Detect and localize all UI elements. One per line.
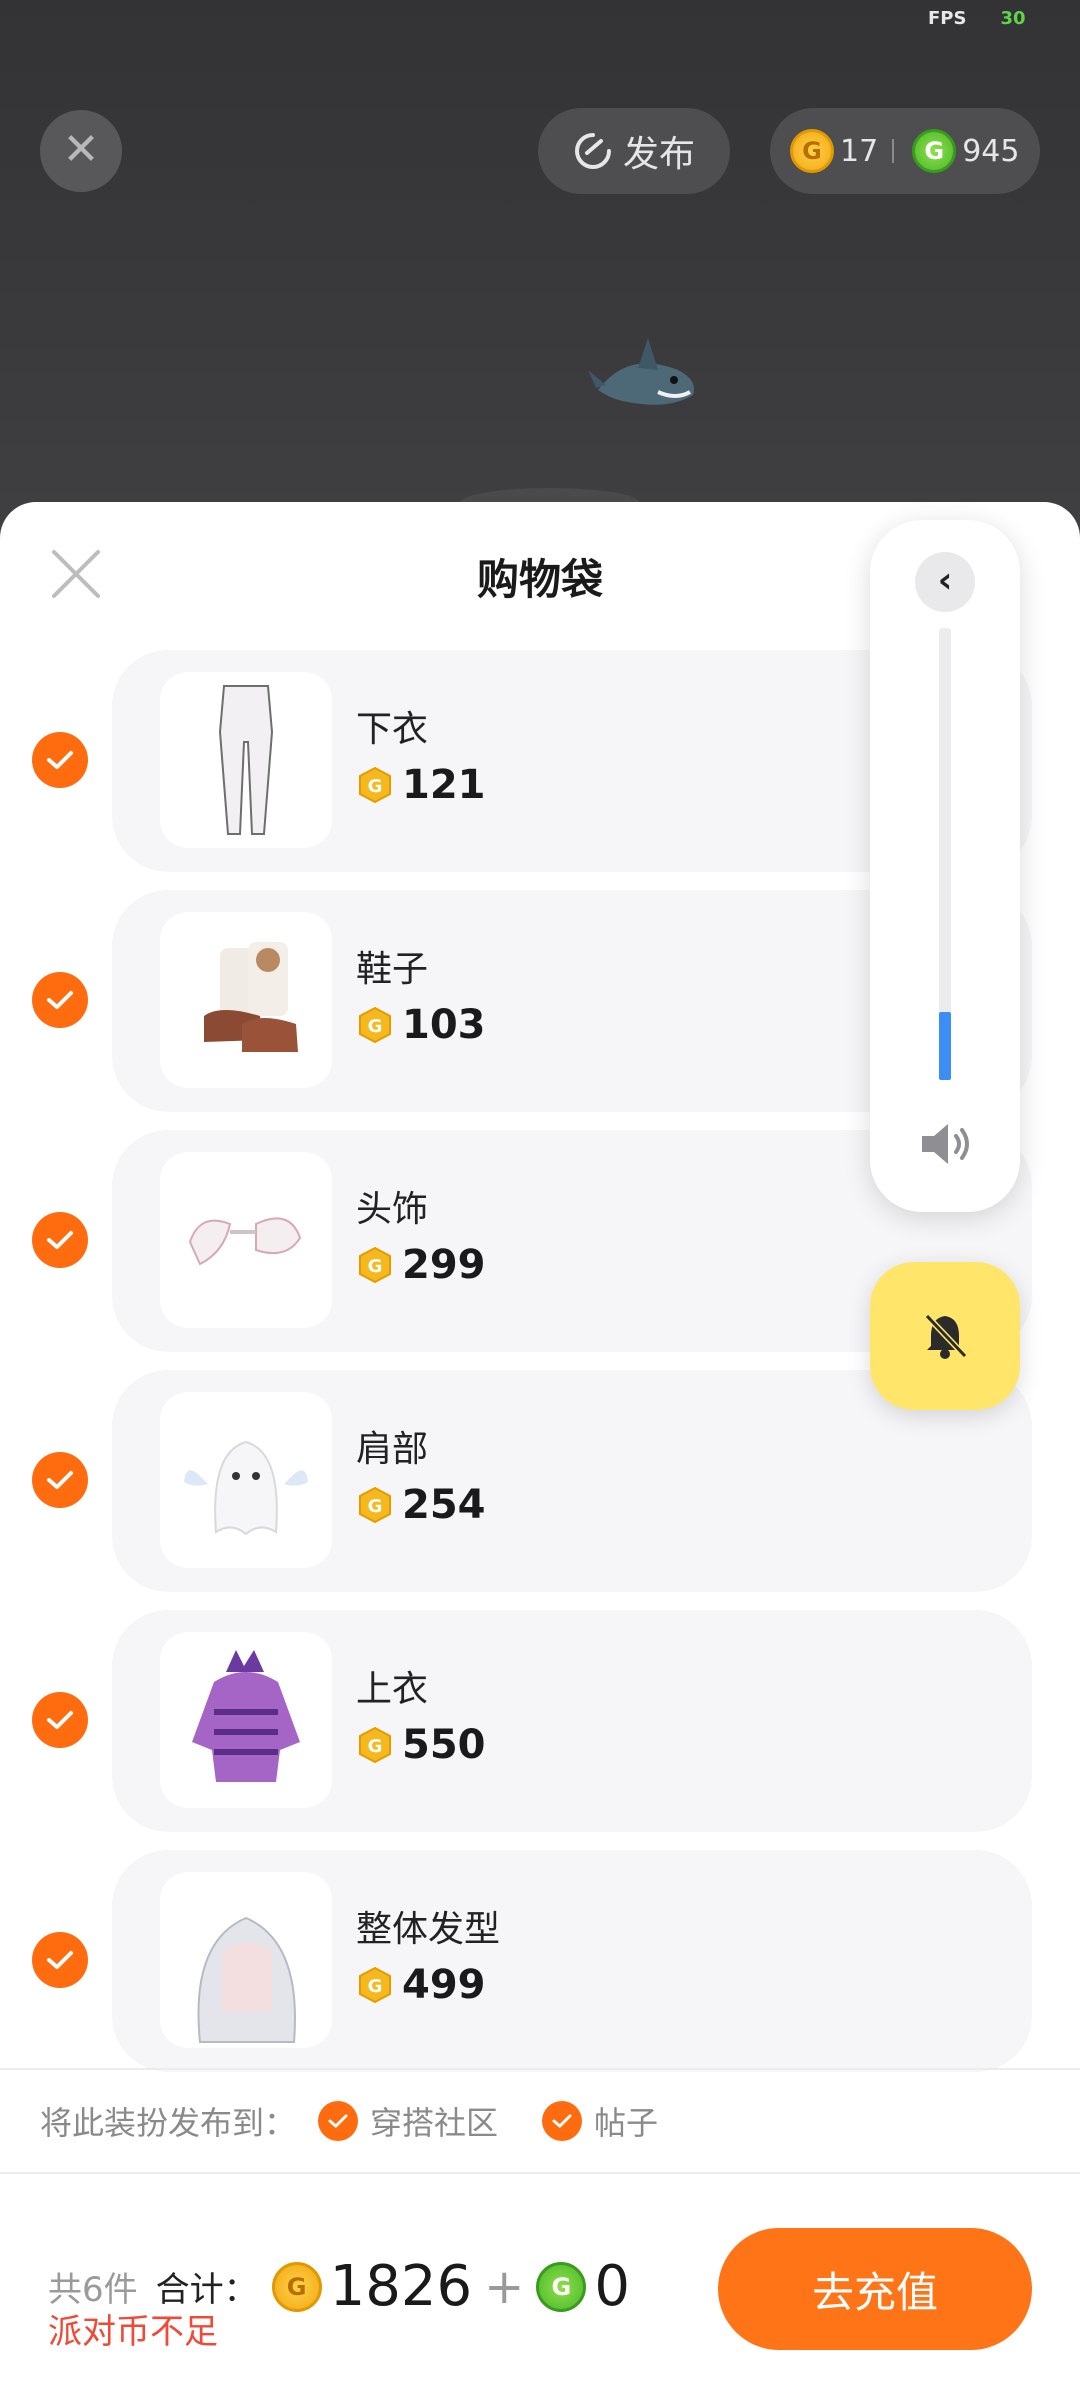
item-name: 下衣 (356, 709, 429, 750)
gold-coin-icon: G (356, 766, 394, 804)
mute-notification-button[interactable] (870, 1262, 1020, 1410)
green-coin-count: 945 (962, 133, 1020, 169)
item-check-icon[interactable] (32, 732, 88, 788)
green-coin-icon: G (912, 129, 957, 173)
volume-slider[interactable] (939, 628, 951, 1080)
item-price-value: 121 (402, 762, 486, 808)
item-card[interactable]: 上衣 G 550 (112, 1610, 1032, 1832)
close-icon[interactable]: ✕ (40, 110, 122, 192)
item-check-icon[interactable] (32, 972, 88, 1028)
item-check-icon[interactable] (32, 1452, 88, 1508)
item-card[interactable]: 整体发型 G 499 (112, 1850, 1032, 2072)
item-thumbnail-headwear (160, 1152, 332, 1328)
gold-total: 1826 (329, 2254, 473, 2319)
list-item[interactable]: 上衣 G 550 (0, 1610, 1080, 1832)
item-price-value: 550 (402, 1722, 486, 1768)
item-thumbnail-pants (160, 672, 332, 848)
insufficient-funds-warning: 派对币不足 (48, 2312, 218, 2352)
check-icon (318, 2101, 359, 2141)
collapse-volume-icon[interactable]: ‹ (915, 552, 975, 612)
item-price-value: 254 (402, 1482, 486, 1528)
publish-option-community[interactable]: 穿搭社区 (318, 2098, 498, 2144)
svg-text:G: G (368, 1736, 383, 1757)
divider (0, 2172, 1080, 2174)
currency-balance[interactable]: G 17 G 945 (770, 108, 1040, 194)
shark-avatar-icon (588, 338, 694, 405)
item-name: 肩部 (356, 1429, 429, 1470)
green-coin-icon: G (536, 2261, 587, 2312)
item-price-value: 499 (402, 1962, 486, 2008)
item-price: G 254 (356, 1482, 486, 1528)
recharge-button[interactable]: 去充值 (718, 2228, 1032, 2350)
divider (0, 2068, 1080, 2070)
volume-slider-fill (939, 1012, 951, 1080)
gold-coin-count: 17 (840, 133, 879, 169)
checkout-footer: 共6件 合计： G 1826 + G 0 派对币不足 去充值 (0, 2176, 1080, 2404)
item-name: 头饰 (356, 1189, 429, 1230)
svg-text:G: G (368, 1976, 383, 1997)
game-scene: FPS 30 ✕ 发布 G 17 G 945 (0, 0, 1080, 540)
svg-text:G: G (368, 1256, 383, 1277)
svg-text:G: G (368, 1016, 383, 1037)
publish-option-label: 帖子 (594, 2104, 659, 2142)
publish-option-post[interactable]: 帖子 (542, 2098, 658, 2144)
publish-icon (575, 133, 611, 169)
item-name: 整体发型 (356, 1909, 501, 1950)
item-thumbnail-hoodie (160, 1632, 332, 1808)
item-price: G 103 (356, 1002, 486, 1048)
gold-coin-icon: G (356, 1246, 394, 1284)
publish-label: 发布 (622, 134, 695, 175)
publish-to-label: 将此装扮发布到： (40, 2104, 297, 2142)
item-price: G 499 (356, 1962, 486, 2008)
green-total: 0 (594, 2254, 631, 2319)
check-icon (542, 2101, 583, 2141)
publish-to-row: 将此装扮发布到： 穿搭社区 帖子 (40, 2098, 658, 2144)
gold-coin-icon: G (356, 1486, 394, 1524)
gold-coin-icon: G (790, 129, 834, 173)
fps-label: FPS (928, 8, 967, 29)
publish-option-label: 穿搭社区 (370, 2104, 499, 2142)
publish-button[interactable]: 发布 (538, 108, 730, 194)
item-thumbnail-hair (160, 1872, 332, 2048)
speaker-icon[interactable] (918, 1120, 974, 1168)
muted-bell-icon (924, 1313, 968, 1359)
gold-coin-icon: G (356, 1006, 394, 1044)
item-price-value: 103 (402, 1002, 486, 1048)
gold-coin-icon: G (271, 2261, 322, 2312)
item-name: 上衣 (356, 1669, 429, 1710)
item-check-icon[interactable] (32, 1212, 88, 1268)
item-price: G 121 (356, 762, 486, 808)
item-price: G 299 (356, 1242, 486, 1288)
item-check-icon[interactable] (32, 1692, 88, 1748)
gold-coin-icon: G (356, 1966, 394, 2004)
svg-text:G: G (368, 776, 383, 797)
item-thumbnail-ghost (160, 1392, 332, 1568)
fps-counter: FPS 30 (928, 8, 1026, 29)
item-name: 鞋子 (356, 949, 429, 990)
item-check-icon[interactable] (32, 1932, 88, 1988)
item-price-value: 299 (402, 1242, 486, 1288)
list-item[interactable]: 整体发型 G 499 (0, 1850, 1080, 2072)
plus-sign: + (484, 2258, 525, 2315)
svg-text:G: G (368, 1496, 383, 1517)
volume-panel: ‹ (870, 520, 1020, 1212)
fps-value: 30 (1000, 8, 1026, 29)
gold-coin-icon: G (356, 1726, 394, 1764)
currency-divider (892, 139, 895, 163)
item-thumbnail-shoes (160, 912, 332, 1088)
item-price: G 550 (356, 1722, 486, 1768)
